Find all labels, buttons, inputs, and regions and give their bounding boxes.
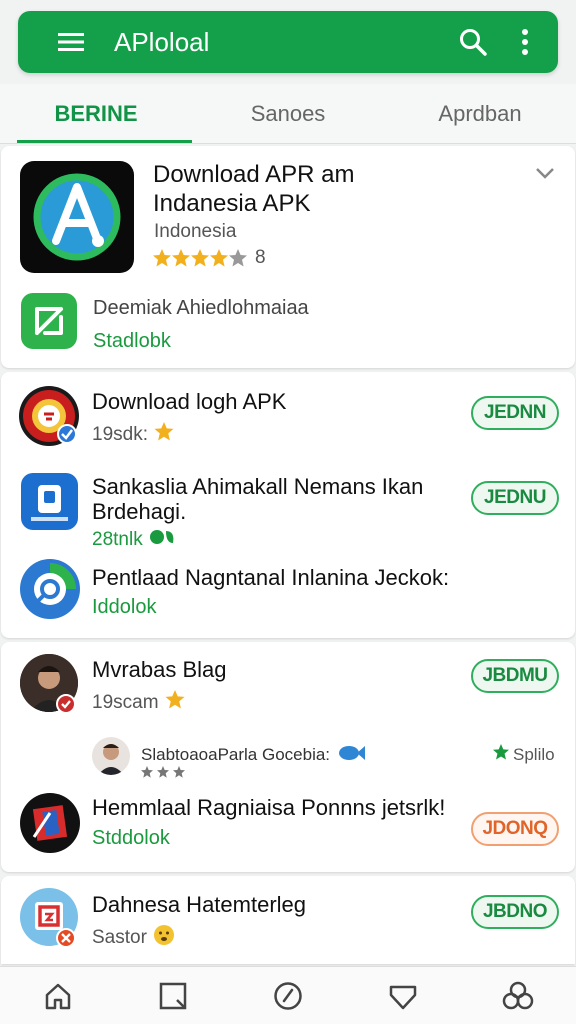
app-name-3[interactable]: Pentlaad Nagntanal Inlanina Jeckok:	[92, 565, 449, 591]
tab-aprdban[interactable]: Aprdban	[384, 84, 576, 144]
compass-icon[interactable]	[268, 976, 308, 1016]
featured-title-line1: Download APR am	[153, 161, 355, 188]
rating-count: 8	[255, 247, 266, 268]
green-star-icon	[493, 744, 509, 765]
app-meta-4: 19scam	[92, 690, 185, 715]
app-meta-4-text: 19scam	[92, 691, 159, 713]
app-name-4[interactable]: Mvrabas Blag	[92, 657, 227, 683]
app-meta-3-text: Iddolok	[92, 596, 157, 618]
bottom-nav	[0, 966, 576, 1024]
menu-icon[interactable]	[54, 25, 88, 59]
featured-app-icon[interactable]	[20, 161, 134, 273]
featured-rating: 8	[153, 247, 266, 269]
secondary-title: Deemiak Ahiedlohmaiaa	[93, 297, 309, 319]
commenter-avatar[interactable]	[92, 737, 130, 775]
secondary-status: Stadlobk	[93, 330, 171, 352]
comment-text: SlabtoaoaParla Gocebia:	[141, 745, 331, 764]
verified-badge-icon	[57, 424, 77, 444]
more-options-icon[interactable]	[508, 25, 542, 59]
app-meta-6-text: Sastor	[92, 927, 147, 948]
emoji-face-icon	[153, 924, 175, 952]
star-icon	[165, 690, 185, 715]
app-meta-2-text: 28tnlk	[92, 529, 143, 550]
app-name-6[interactable]: Dahnesa Hatemterleg	[92, 892, 306, 918]
install-button-4[interactable]: JDONQ	[471, 812, 559, 846]
tab-sanoes[interactable]: Sanoes	[192, 84, 384, 144]
app-name-1[interactable]: Download logh APK	[92, 389, 286, 415]
install-button-2[interactable]: JEDNU	[471, 481, 559, 515]
featured-card[interactable]: Download APR am Indanesia APK Indonesia …	[1, 146, 575, 368]
install-button-5[interactable]: JBDNO	[471, 895, 559, 929]
app-icon-5[interactable]	[20, 793, 80, 853]
home-icon[interactable]	[38, 976, 78, 1016]
app-meta-5-text: Stddolok	[92, 827, 170, 849]
app-icon-3[interactable]	[20, 559, 80, 619]
star-icon	[154, 422, 174, 447]
tab-bar: BERINE Sanoes Aprdban	[0, 84, 576, 144]
square-icon[interactable]	[153, 976, 193, 1016]
featured-subtitle: Indonesia	[154, 221, 237, 242]
search-icon[interactable]	[456, 25, 490, 59]
tab-berine[interactable]: BERINE	[0, 84, 192, 144]
app-bar: APloloal	[18, 11, 558, 73]
comment-status-text: Splilo	[513, 744, 555, 764]
comment-status: Splilo	[493, 744, 555, 765]
app-meta-3: Iddolok	[92, 596, 157, 619]
app-meta-6: Sastor	[92, 924, 175, 952]
app-name-2-line1[interactable]: Sankaslia Ahimakall Nemans Ikan	[92, 474, 423, 500]
app-list-card-2: Mvrabas Blag 19scam JBDMU SlabtoaoaParla…	[1, 642, 575, 872]
fish-icon	[337, 743, 365, 768]
app-meta-1-text: 19sdk:	[92, 423, 148, 445]
app-list-card-3: Dahnesa Hatemterleg Sastor JBDNO	[1, 876, 575, 964]
install-button-3[interactable]: JBDMU	[471, 659, 559, 693]
app-meta-2: 28tnlk	[92, 528, 177, 552]
badge-icon	[56, 694, 76, 714]
shield-icon[interactable]	[383, 976, 423, 1016]
app-name-2-line2[interactable]: Brdehagi.	[92, 499, 186, 525]
app-icon-2[interactable]	[21, 473, 78, 530]
secondary-app-icon[interactable]	[21, 293, 77, 349]
install-button-1[interactable]: JEDNN	[471, 396, 559, 430]
app-meta-1: 19sdk:	[92, 422, 174, 447]
group-icon[interactable]	[498, 976, 538, 1016]
featured-title-line2: Indanesia APK	[153, 190, 311, 217]
rating-stars-icon	[153, 249, 249, 267]
comment-stars-icon	[141, 765, 187, 783]
app-name-5[interactable]: Hemmlaal Ragniaisa Ponnns jetsrlk!	[92, 795, 445, 821]
app-list-card-1: Download logh APK 19sdk: JEDNN Sankaslia…	[1, 372, 575, 638]
app-title: APloloal	[114, 26, 210, 57]
badge-icon	[56, 928, 76, 948]
app-meta-5: Stddolok	[92, 827, 170, 850]
leaf-icon	[149, 528, 177, 552]
tabs-divider	[0, 143, 576, 144]
chevron-down-icon[interactable]	[535, 166, 555, 184]
